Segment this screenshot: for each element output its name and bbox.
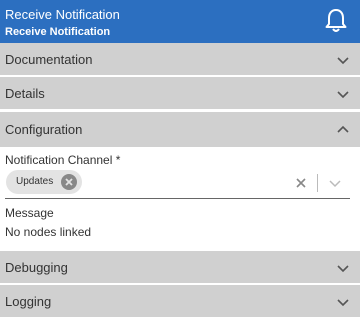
chevron-down-icon[interactable]: [329, 179, 341, 189]
section-debugging[interactable]: Debugging: [0, 251, 360, 284]
section-label: Details: [5, 86, 45, 101]
bell-icon[interactable]: [324, 8, 348, 34]
panel-header: Receive Notification Receive Notificatio…: [0, 0, 360, 43]
chip-label: Updates: [16, 176, 54, 187]
select-divider: [317, 174, 318, 192]
channel-select-underline: [5, 198, 350, 199]
section-configuration[interactable]: Configuration: [0, 112, 360, 148]
header-subtitle: Receive Notification: [5, 26, 111, 38]
chevron-down-icon: [337, 57, 349, 65]
section-label: Configuration: [5, 122, 83, 137]
section-logging[interactable]: Logging: [0, 285, 360, 318]
notification-channel-label: Notification Channel *: [5, 153, 121, 167]
channel-chip[interactable]: Updates: [6, 170, 82, 194]
section-details[interactable]: Details: [0, 77, 360, 110]
section-label: Debugging: [5, 260, 68, 275]
chevron-down-icon: [337, 265, 349, 273]
message-label: Message: [5, 206, 54, 220]
clear-icon[interactable]: [295, 177, 307, 189]
section-documentation[interactable]: Documentation: [0, 43, 360, 76]
header-title: Receive Notification: [5, 7, 120, 22]
section-label: Logging: [5, 294, 52, 309]
chevron-down-icon: [337, 299, 349, 307]
configuration-panel: Notification Channel * Updates Message N…: [0, 148, 360, 250]
message-value: No nodes linked: [5, 225, 92, 239]
chevron-up-icon: [337, 125, 349, 133]
chip-remove-icon[interactable]: [61, 174, 77, 190]
chevron-down-icon: [337, 91, 349, 99]
section-label: Documentation: [5, 52, 93, 67]
